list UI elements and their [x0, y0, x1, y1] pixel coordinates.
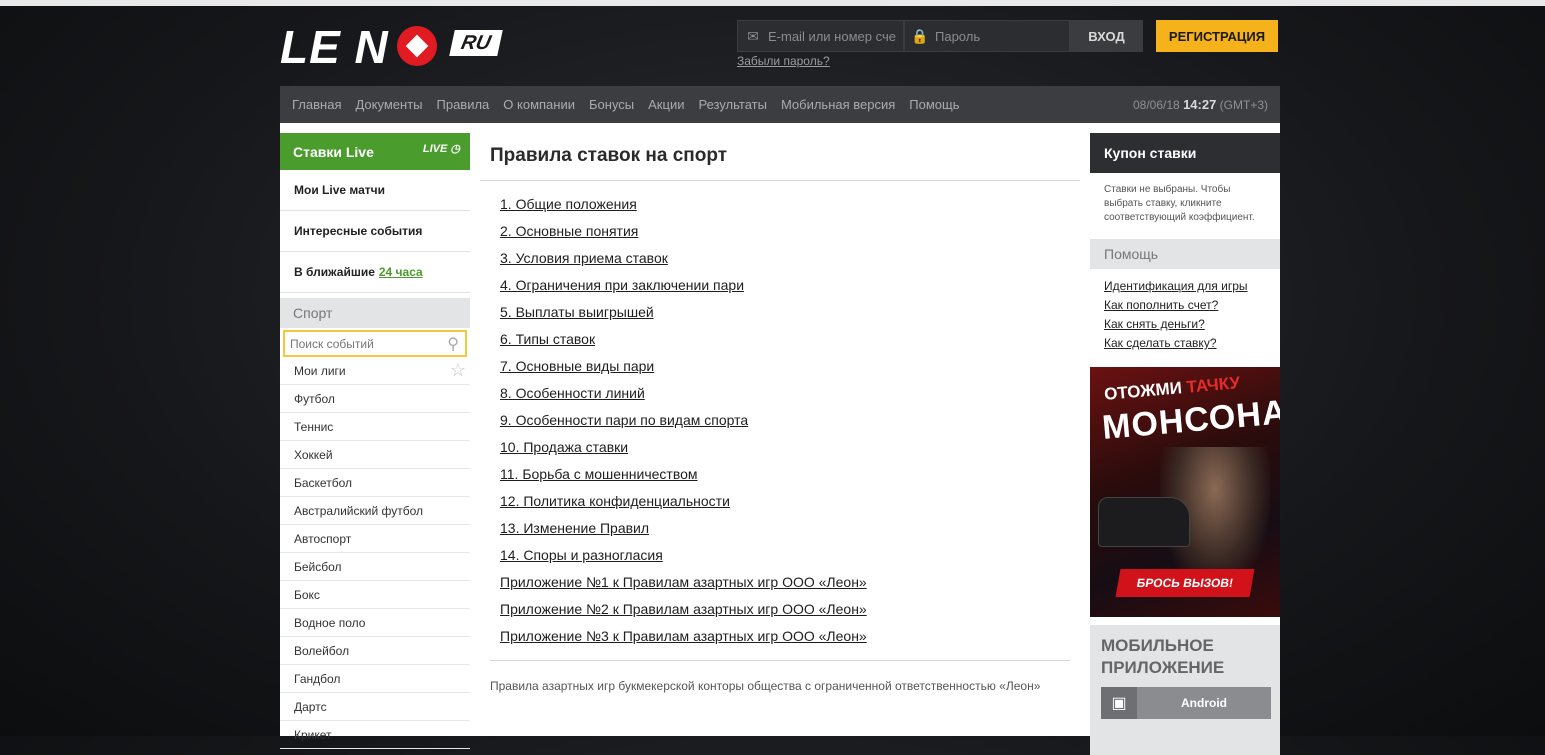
coupon-empty-text: Ставки не выбраны. Чтобы выбрать ставку,… — [1104, 184, 1255, 223]
sport-item[interactable]: Австралийский футбол — [280, 497, 470, 525]
rule-link[interactable]: 9. Особенности пари по видам спорта — [500, 410, 867, 437]
appendix-link[interactable]: Приложение №2 к Правилам азартных игр ОО… — [500, 599, 867, 626]
sport-item[interactable]: Бейсбол — [280, 553, 470, 581]
password-placeholder: Пароль — [935, 28, 981, 44]
rule-link[interactable]: 4. Ограничения при заключении пари — [500, 275, 867, 302]
help-link-withdraw[interactable]: Как снять деньги? — [1104, 317, 1266, 336]
help-link-deposit[interactable]: Как пополнить счет? — [1104, 298, 1266, 317]
sport-item-my-leagues[interactable]: Мои лиги ☆ — [280, 357, 470, 385]
rules-list: 1. Общие положения 2. Основные понятия 3… — [500, 194, 867, 653]
login-form: ✉ E-mail или номер сче 🔒 Пароль ВХОД — [737, 20, 1143, 52]
forgot-password-link[interactable]: Забыли пароль? — [737, 54, 830, 68]
envelope-icon: ✉ — [747, 27, 759, 44]
site-logo[interactable]: LE N RU — [280, 21, 510, 73]
browser-top-strip — [0, 0, 1545, 6]
soon-label: В ближайшие — [294, 265, 375, 279]
divider — [490, 660, 1070, 661]
left-sidebar: Ставки Live LIVE ◷ Мои Live матчи Интере… — [280, 133, 470, 749]
android-icon: ▣ — [1101, 687, 1137, 719]
sport-item[interactable]: Гандбол — [280, 665, 470, 693]
sport-item[interactable]: Бокс — [280, 581, 470, 609]
nav-item-about[interactable]: О компании — [503, 97, 575, 112]
sport-item[interactable]: Теннис — [280, 413, 470, 441]
nav-item-documents[interactable]: Документы — [355, 97, 422, 112]
login-button[interactable]: ВХОД — [1070, 20, 1143, 52]
nav-item-home[interactable]: Главная — [292, 97, 341, 112]
logo-text: LE N — [280, 21, 389, 73]
password-field[interactable]: 🔒 Пароль — [904, 20, 1070, 52]
sport-item[interactable]: Хоккей — [280, 441, 470, 469]
sport-item[interactable]: Дартс — [280, 693, 470, 721]
rule-link[interactable]: 2. Основные понятия — [500, 221, 867, 248]
sport-item[interactable]: Футбол — [280, 385, 470, 413]
page-content: Ставки Live LIVE ◷ Мои Live матчи Интере… — [280, 123, 1280, 755]
rule-link[interactable]: 3. Условия приема ставок — [500, 248, 867, 275]
star-icon[interactable]: ☆ — [450, 360, 466, 381]
nav-item-help[interactable]: Помощь — [909, 97, 959, 112]
clock: 08/06/18 14:27 (GMT+3) — [1133, 97, 1268, 112]
rules-footer-text: Правила азартных игр букмекерской контор… — [490, 679, 1041, 693]
rule-link[interactable]: 10. Продажа ставки — [500, 437, 867, 464]
rule-link[interactable]: 14. Споры и разногласия — [500, 545, 867, 572]
rule-link[interactable]: 11. Борьба с мошенничеством — [500, 464, 867, 491]
rule-link[interactable]: 8. Особенности линий — [500, 383, 867, 410]
register-button[interactable]: РЕГИСТРАЦИЯ — [1156, 20, 1278, 52]
logo-ru-badge: RU — [449, 30, 503, 56]
appendix-link[interactable]: Приложение №3 к Правилам азартных игр ОО… — [500, 626, 867, 653]
rule-link[interactable]: 7. Основные виды пари — [500, 356, 867, 383]
divider — [480, 180, 1080, 181]
sport-item[interactable]: Водное поло — [280, 609, 470, 637]
rule-link[interactable]: 1. Общие положения — [500, 194, 867, 221]
help-links: Идентификация для игры Как пополнить сче… — [1090, 269, 1280, 365]
email-placeholder: E-mail или номер сче — [768, 28, 896, 44]
help-link-how-to-bet[interactable]: Как сделать ставку? — [1104, 336, 1266, 355]
search-icon[interactable]: ⚲ — [447, 334, 459, 354]
lock-icon: 🔒 — [911, 27, 929, 44]
appendix-link[interactable]: Приложение №1 к Правилам азартных игр ОО… — [500, 572, 867, 599]
sport-item[interactable]: Автоспорт — [280, 525, 470, 553]
logo-ball-icon — [397, 26, 437, 66]
sport-item[interactable]: Баскетбол — [280, 469, 470, 497]
sport-item[interactable]: Крикет — [280, 721, 470, 749]
promo-banner[interactable]: ОТОЖМИ ТАЧКУ МОНСОНА БРОСЬ ВЫЗОВ! — [1090, 367, 1280, 617]
sport-header: Спорт — [280, 298, 470, 328]
rule-link[interactable]: 6. Типы ставок — [500, 329, 867, 356]
sport-item[interactable]: Волейбол — [280, 637, 470, 665]
live-item-interesting[interactable]: Интересные события — [280, 211, 470, 252]
nav-item-rules[interactable]: Правила — [437, 97, 490, 112]
live-bets-header[interactable]: Ставки Live LIVE ◷ — [280, 133, 470, 170]
nav-item-promotions[interactable]: Акции — [648, 97, 684, 112]
rule-link[interactable]: 13. Изменение Правил — [500, 518, 867, 545]
live-clock-icon: LIVE ◷ — [422, 143, 460, 155]
android-label: Android — [1181, 696, 1227, 710]
main-nav: Главная Документы Правила О компании Бон… — [280, 86, 1280, 123]
page-title: Правила ставок на спорт — [490, 145, 727, 166]
email-field[interactable]: ✉ E-mail или номер сче — [737, 20, 904, 52]
android-download-button[interactable]: ▣ Android — [1101, 687, 1271, 719]
banner-cta-button[interactable]: БРОСЬ ВЫЗОВ! — [1115, 569, 1255, 597]
nav-item-bonuses[interactable]: Бонусы — [589, 97, 634, 112]
nav-item-results[interactable]: Результаты — [698, 97, 766, 112]
mobile-app-title-1: МОБИЛЬНОЕ — [1101, 636, 1214, 655]
banner-car-image — [1098, 497, 1190, 547]
rule-link[interactable]: 12. Политика конфиденциальности — [500, 491, 867, 518]
search-placeholder: Поиск событий — [290, 336, 374, 351]
help-title: Помощь — [1090, 239, 1280, 269]
clock-date: 08/06/18 — [1133, 98, 1180, 112]
right-sidebar: Купон ставки Ставки не выбраны. Чтобы вы… — [1090, 133, 1280, 755]
nav-item-mobile[interactable]: Мобильная версия — [781, 97, 895, 112]
event-search-input[interactable]: Поиск событий ⚲ — [283, 330, 467, 357]
clock-timezone: (GMT+3) — [1219, 98, 1268, 112]
help-link-identification[interactable]: Идентификация для игры — [1104, 279, 1266, 298]
coupon-title: Купон ставки — [1090, 133, 1280, 173]
mobile-app-title-2: ПРИЛОЖЕНИЕ — [1101, 658, 1225, 677]
live-item-soon: В ближайшие 24 часа — [280, 252, 470, 293]
clock-time: 14:27 — [1183, 97, 1217, 112]
live-bets-title: Ставки Live — [293, 143, 374, 160]
sport-item-label: Мои лиги — [294, 363, 346, 378]
rule-link[interactable]: 5. Выплаты выигрышей — [500, 302, 867, 329]
live-item-my-matches[interactable]: Мои Live матчи — [280, 170, 470, 211]
soon-24h-link[interactable]: 24 часа — [379, 265, 423, 279]
